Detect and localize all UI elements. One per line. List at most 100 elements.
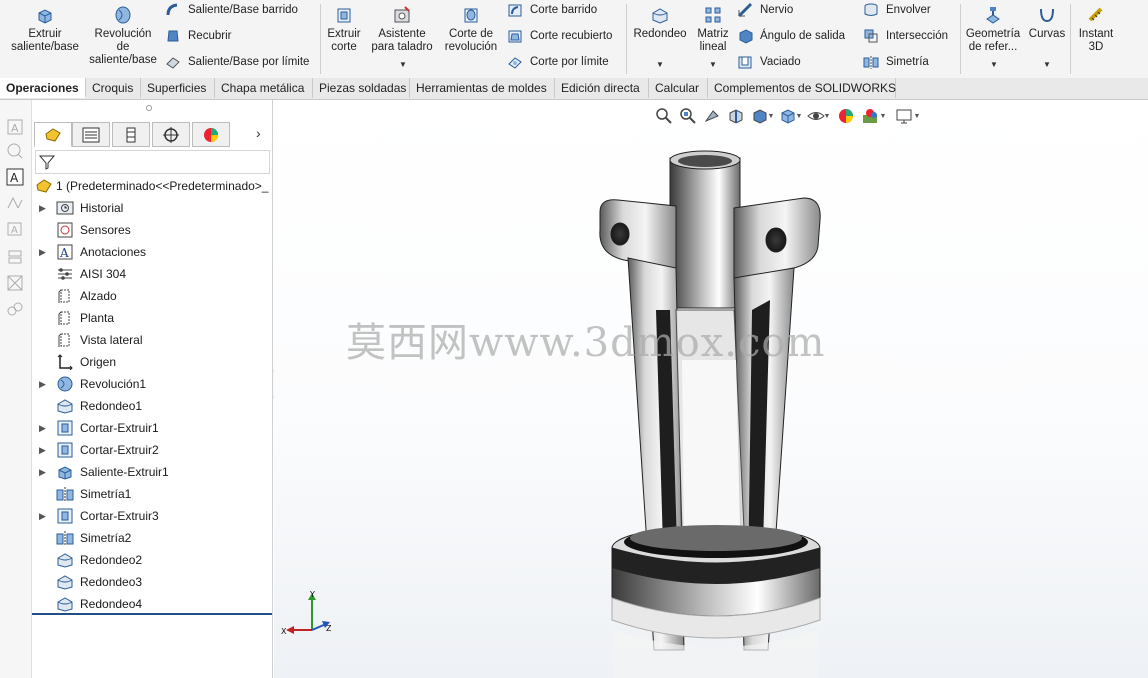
linear-pattern-dropdown-icon[interactable]: ▼ <box>709 60 717 69</box>
expand-arrow-icon[interactable]: ▶ <box>39 247 46 258</box>
zoom-to-area-icon[interactable] <box>678 106 698 126</box>
loft-boss-button[interactable]: Recubrir <box>164 26 231 46</box>
expand-arrow-icon[interactable]: ▶ <box>39 203 46 214</box>
plane-icon <box>56 287 74 305</box>
surface-finish-icon[interactable] <box>6 194 24 212</box>
tree-item-cortar-extruir2[interactable]: ▶ Cortar-Extruir2 <box>32 439 272 461</box>
rib-button[interactable]: Nervio <box>736 0 793 20</box>
tree-item-saliente-extruir1[interactable]: ▶ Saliente-Extruir1 <box>32 461 272 483</box>
extrude-boss-button[interactable]: Extruir saliente/base <box>8 4 82 54</box>
expand-arrow-icon[interactable]: ▶ <box>39 445 46 456</box>
tree-item-redondeo2[interactable]: Redondeo2 <box>32 549 272 571</box>
datum-icon[interactable]: A <box>6 220 24 238</box>
swept-boss-button[interactable]: Saliente/Base barrido <box>164 0 298 20</box>
rollback-bar[interactable] <box>32 613 272 615</box>
stack-icon[interactable] <box>6 248 24 266</box>
tree-item-cortar-extruir1[interactable]: ▶ Cortar-Extruir1 <box>32 417 272 439</box>
hole-wizard-dropdown-icon[interactable]: ▼ <box>399 60 407 69</box>
wrap-label: Envolver <box>886 4 931 16</box>
reference-geometry-dropdown-icon[interactable]: ▼ <box>990 60 998 69</box>
chevron-down-icon[interactable]: ▼ <box>912 106 922 126</box>
tree-item-origen[interactable]: Origen <box>32 351 272 373</box>
annotation-icon[interactable]: A <box>6 118 24 136</box>
tab-croquis[interactable]: Croquis <box>86 78 141 98</box>
view-settings-icon[interactable] <box>894 106 914 126</box>
edit-appearance-icon[interactable] <box>836 106 856 126</box>
tab-complementos[interactable]: Complementos de SOLIDWORKS <box>708 78 896 98</box>
curves-dropdown-icon[interactable]: ▼ <box>1043 60 1051 69</box>
tree-item-redondeo1[interactable]: Redondeo1 <box>32 395 272 417</box>
reference-geometry-button[interactable]: Geometría de refer... <box>964 4 1022 54</box>
boundary-cut-button[interactable]: Corte por límite <box>506 52 609 72</box>
chevron-down-icon[interactable]: ▼ <box>822 106 832 126</box>
tree-item-redondeo3[interactable]: Redondeo3 <box>32 571 272 593</box>
tab-configuration-manager[interactable] <box>112 122 150 147</box>
tree-root-part[interactable]: 1 (Predeterminado<<Predeterminado>_ <box>32 175 272 197</box>
expand-arrow-icon[interactable]: ▶ <box>39 467 46 478</box>
hole-wizard-icon <box>391 4 413 26</box>
zoom-to-fit-icon[interactable] <box>654 106 674 126</box>
draft-button[interactable]: Ángulo de salida <box>736 26 845 46</box>
tree-item-historial[interactable]: ▶ Historial <box>32 197 272 219</box>
wrap-button[interactable]: Envolver <box>862 0 931 20</box>
tree-item-redondeo4[interactable]: Redondeo4 <box>32 593 272 615</box>
tree-item-revolucion1[interactable]: ▶ Revolución1 <box>32 373 272 395</box>
heads-up-view-toolbar: ▼ ▼ ▼ ▼ ▼ <box>654 106 994 126</box>
expand-arrow-icon[interactable]: ▶ <box>39 511 46 522</box>
fillet-dropdown-icon[interactable]: ▼ <box>656 60 664 69</box>
boundary-boss-button[interactable]: Saliente/Base por límite <box>164 52 309 72</box>
intersect-button[interactable]: Intersección <box>862 26 948 46</box>
tree-item-sensores[interactable]: Sensores <box>32 219 272 241</box>
graphics-area[interactable]: ▼ ▼ ▼ ▼ ▼ 莫西网www.3dmox.com Y X Z <box>274 100 1148 678</box>
tab-superficies[interactable]: Superficies <box>141 78 215 98</box>
tree-item-vista-lateral[interactable]: Vista lateral <box>32 329 272 351</box>
balloon-icon[interactable] <box>6 142 24 160</box>
draft-label: Ángulo de salida <box>760 30 846 42</box>
revolve-cut-button[interactable]: Corte de revolución <box>440 4 502 54</box>
loft-cut-button[interactable]: Corte recubierto <box>506 26 612 46</box>
panel-grip-icon[interactable] <box>146 105 152 111</box>
chevron-down-icon[interactable]: ▼ <box>766 106 776 126</box>
tab-dimxpert[interactable] <box>152 122 190 147</box>
expand-arrow-icon[interactable]: ▶ <box>39 379 46 390</box>
weld-icon[interactable] <box>6 274 24 292</box>
tree-item-cortar-extruir3[interactable]: ▶ Cortar-Extruir3 <box>32 505 272 527</box>
tab-operaciones[interactable]: Operaciones <box>0 78 86 98</box>
curves-button[interactable]: Curvas <box>1026 4 1068 41</box>
revolve-boss-button[interactable]: Revolución de saliente/base <box>86 4 160 67</box>
swept-cut-button[interactable]: Corte barrido <box>506 0 597 20</box>
shell-button[interactable]: Vaciado <box>736 52 801 72</box>
tab-edicion-directa[interactable]: Edición directa <box>555 78 649 98</box>
hole-wizard-button[interactable]: Asistente para taladro <box>368 4 436 54</box>
feature-filter-input[interactable] <box>35 150 270 174</box>
tab-property-manager[interactable] <box>72 122 110 147</box>
apply-scene-icon[interactable] <box>860 106 880 126</box>
tab-piezas-soldadas[interactable]: Piezas soldadas <box>313 78 410 98</box>
part-model-3d[interactable] <box>584 150 844 678</box>
chevron-down-icon[interactable]: ▼ <box>878 106 888 126</box>
tree-item-simetria2[interactable]: Simetría2 <box>32 527 272 549</box>
tab-feature-tree[interactable] <box>34 122 72 147</box>
tree-item-planta[interactable]: Planta <box>32 307 272 329</box>
tab-herramientas-moldes[interactable]: Herramientas de moldes <box>410 78 555 98</box>
note-icon[interactable]: A <box>6 168 24 186</box>
tab-display-manager[interactable] <box>192 122 230 147</box>
fillet-button[interactable]: Redondeo <box>630 4 690 41</box>
tree-item-anotaciones[interactable]: ▶ A Anotaciones <box>32 241 272 263</box>
previous-view-icon[interactable] <box>702 106 722 126</box>
linear-pattern-button[interactable]: Matriz lineal <box>694 4 732 54</box>
tab-calcular[interactable]: Calcular <box>649 78 708 98</box>
section-view-icon[interactable] <box>726 106 746 126</box>
chevron-right-icon[interactable]: › <box>256 125 261 141</box>
tree-item-material[interactable]: AISI 304 <box>32 263 272 285</box>
tab-chapa-metalica[interactable]: Chapa metálica <box>215 78 313 98</box>
instant3d-label: Instant 3D <box>1078 28 1114 53</box>
tree-item-simetria1[interactable]: Simetría1 <box>32 483 272 505</box>
tree-item-alzado[interactable]: Alzado <box>32 285 272 307</box>
chevron-down-icon[interactable]: ▼ <box>794 106 804 126</box>
mirror-button[interactable]: Simetría <box>862 52 929 72</box>
instant3d-button[interactable]: Instant 3D <box>1074 4 1118 54</box>
link-icon[interactable] <box>6 300 24 318</box>
extrude-cut-button[interactable]: Extruir corte <box>324 4 364 54</box>
expand-arrow-icon[interactable]: ▶ <box>39 423 46 434</box>
